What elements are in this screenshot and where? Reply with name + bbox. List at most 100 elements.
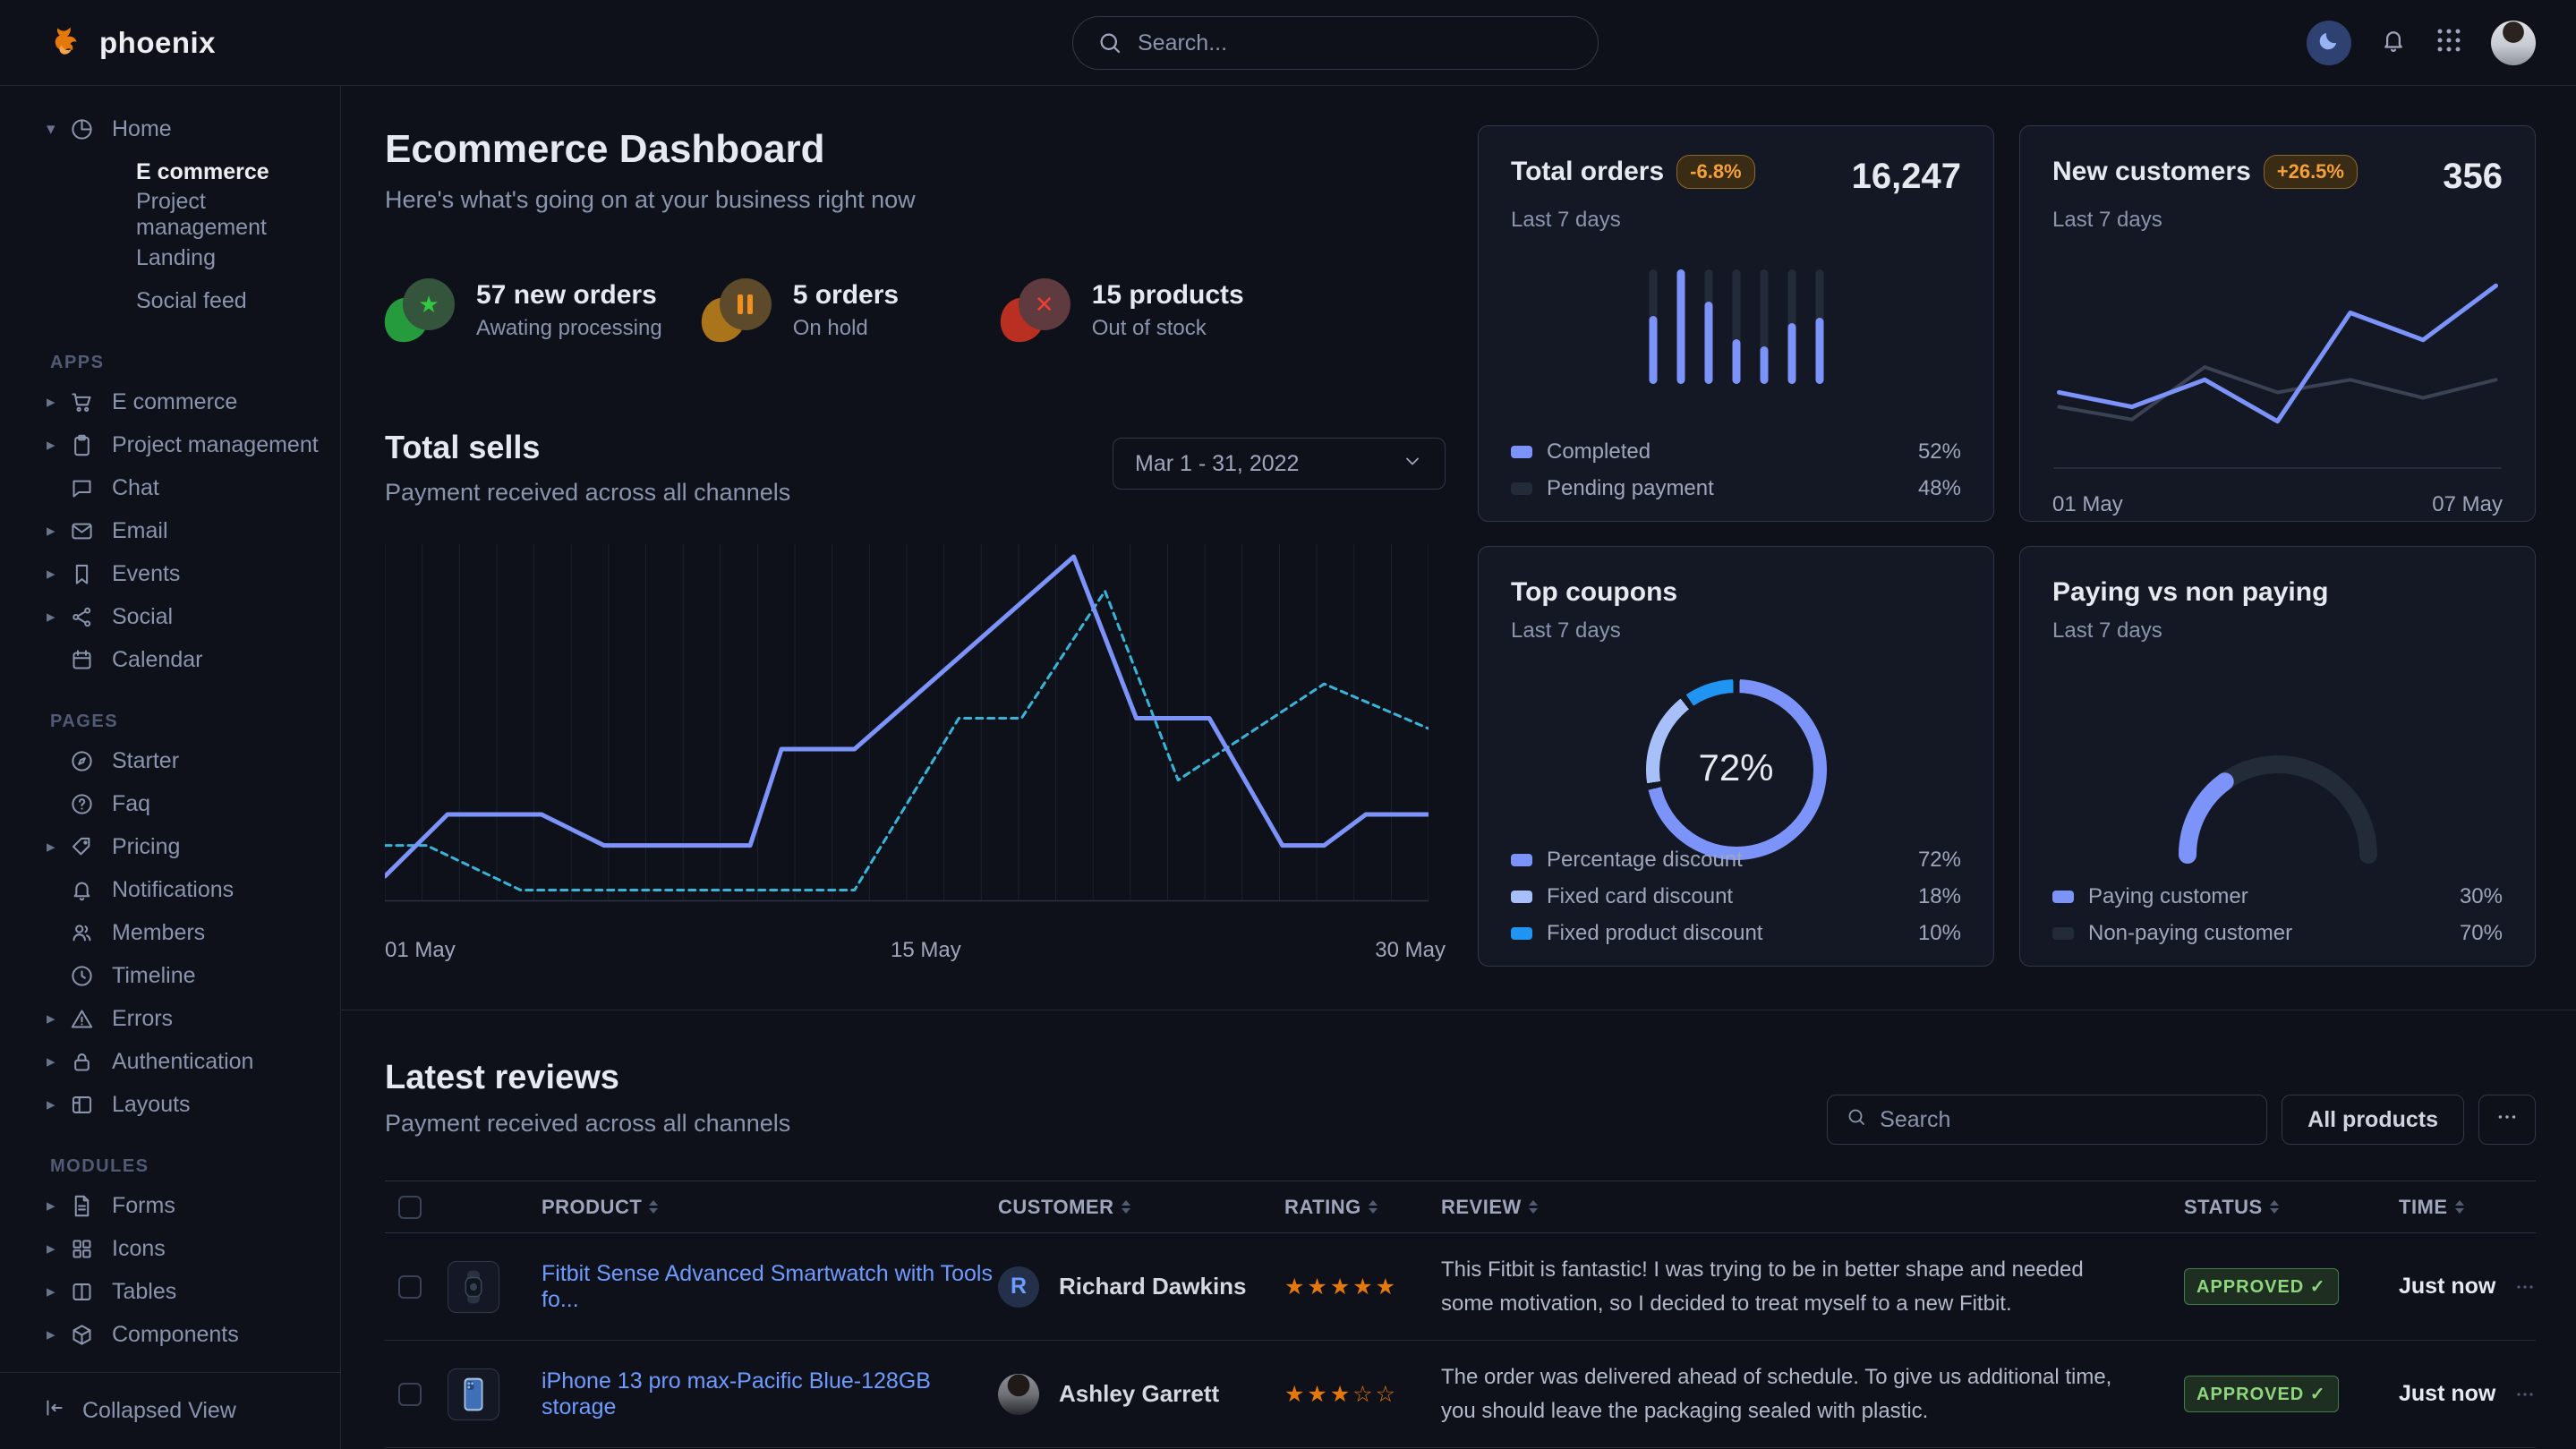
sidebar-item-starter[interactable]: Starter (0, 739, 340, 782)
sidebar-item-calendar[interactable]: Calendar (0, 638, 340, 681)
select-all-checkbox[interactable] (398, 1196, 422, 1219)
sidebar-item-pricing[interactable]: ▸ Pricing (0, 825, 340, 868)
caret-right-icon: ▸ (47, 1052, 70, 1072)
column-header[interactable]: STATUS (2184, 1196, 2263, 1219)
product-thumbnail[interactable] (448, 1261, 499, 1313)
legend-label: Fixed card discount (1547, 884, 1733, 909)
sidebar-item-icons[interactable]: ▸ Icons (0, 1227, 340, 1270)
sort-icon[interactable] (2270, 1200, 2279, 1214)
customer-avatar (998, 1374, 1039, 1415)
card-value: 356 (2443, 157, 2503, 197)
reviews-search-placeholder: Search (1880, 1107, 1950, 1133)
sort-icon[interactable] (1122, 1200, 1130, 1214)
sidebar-item-e-commerce[interactable]: ▸ E commerce (0, 380, 340, 423)
sidebar-item-label: Chat (112, 475, 159, 501)
sidebar-item-social[interactable]: ▸ Social (0, 595, 340, 638)
sidebar-item-e-commerce[interactable]: E commerce (0, 150, 340, 193)
columns-icon (70, 1280, 94, 1304)
brand[interactable]: phoenix (49, 25, 216, 61)
column-header[interactable]: REVIEW (1441, 1196, 1522, 1219)
column-header[interactable]: TIME (2399, 1196, 2448, 1219)
caret-right-icon: ▸ (47, 837, 70, 857)
column-header[interactable]: PRODUCT (542, 1196, 642, 1219)
collapse-view-button[interactable]: Collapsed View (0, 1372, 340, 1449)
brand-name: phoenix (99, 26, 216, 60)
product-link[interactable]: iPhone 13 pro max-Pacific Blue-128GB sto… (542, 1368, 931, 1419)
notifications-button[interactable] (2380, 27, 2407, 58)
product-link[interactable]: Fitbit Sense Advanced Smartwatch with To… (542, 1261, 993, 1312)
date-range-select[interactable]: Mar 1 - 31, 2022 (1113, 438, 1446, 490)
total-sells-axis: 01 May 15 May 30 May (385, 938, 1446, 965)
sidebar-item-project-management[interactable]: ▸ Project management (0, 423, 340, 466)
sidebar-item-notifications[interactable]: Notifications (0, 868, 340, 911)
column-header[interactable]: RATING (1284, 1196, 1361, 1219)
sort-icon[interactable] (1369, 1200, 1378, 1214)
calendar-icon (70, 648, 94, 672)
axis-tick: 07 May (2432, 492, 2503, 517)
sidebar-item-timeline[interactable]: Timeline (0, 954, 340, 997)
caret-right-icon: ▸ (47, 1325, 70, 1345)
global-search-input[interactable]: Search... (1072, 16, 1599, 70)
sidebar-item-components[interactable]: ▸ Components (0, 1313, 340, 1356)
paying-gauge-chart (2153, 724, 2403, 867)
reviews-search-input[interactable]: Search (1827, 1095, 2267, 1145)
sidebar-item-label: Pricing (112, 834, 180, 860)
sidebar-item-authentication[interactable]: ▸ Authentication (0, 1040, 340, 1083)
search-icon (1096, 30, 1123, 56)
sidebar-item-email[interactable]: ▸ Email (0, 509, 340, 552)
column-header[interactable]: CUSTOMER (998, 1196, 1114, 1219)
table-row: Fitbit Sense Advanced Smartwatch with To… (385, 1233, 2536, 1341)
sidebar-item-home[interactable]: ▾ Home (0, 107, 340, 150)
caret-right-icon: ▸ (47, 521, 70, 541)
table-row: iPhone 13 pro max-Pacific Blue-128GB sto… (385, 1341, 2536, 1448)
row-checkbox[interactable] (398, 1275, 422, 1299)
sidebar-item-faq[interactable]: Faq (0, 782, 340, 825)
sidebar-item-events[interactable]: ▸ Events (0, 552, 340, 595)
sidebar-item-label: Faq (112, 791, 150, 817)
new-customers-chart: 01 May 07 May (2052, 251, 2503, 517)
sidebar-item-project-management[interactable]: Project management (0, 193, 340, 236)
row-menu-button[interactable] (2514, 1384, 2536, 1405)
date-range-value: Mar 1 - 31, 2022 (1135, 451, 1299, 477)
sort-icon[interactable] (649, 1200, 658, 1214)
search-placeholder: Search... (1138, 30, 1227, 56)
sidebar-item-label: Icons (112, 1236, 166, 1262)
section-label: PAGES (0, 712, 340, 732)
rating-stars: ★★★★★ (1284, 1274, 1398, 1300)
axis-tick: 30 May (1375, 938, 1446, 963)
sidebar-item-label: Home (112, 116, 172, 142)
product-thumbnail[interactable] (448, 1368, 499, 1420)
bookmark-icon (70, 562, 94, 586)
review-time: Just now (2399, 1381, 2495, 1407)
donut-center-label: 72% (1698, 746, 1773, 789)
legend-value: 72% (1918, 848, 1961, 873)
apps-grid-button[interactable] (2435, 27, 2462, 58)
theme-toggle-button[interactable] (2307, 21, 2351, 65)
stat-value: 15 products (1092, 280, 1244, 311)
user-avatar[interactable] (2491, 21, 2536, 65)
sort-icon[interactable] (1529, 1200, 1538, 1214)
sidebar-item-errors[interactable]: ▸ Errors (0, 997, 340, 1040)
row-checkbox[interactable] (398, 1383, 422, 1406)
caret-right-icon: ▸ (47, 1282, 70, 1302)
stat-sub: Out of stock (1092, 316, 1244, 341)
sidebar-item-forms[interactable]: ▸ Forms (0, 1184, 340, 1227)
legend-swatch (2052, 891, 2074, 903)
cart-icon (70, 390, 94, 414)
reviews-menu-button[interactable] (2478, 1095, 2536, 1145)
legend-swatch (1511, 854, 1532, 866)
sidebar-item-social-feed[interactable]: Social feed (0, 279, 340, 322)
sidebar-item-landing[interactable]: Landing (0, 236, 340, 279)
sidebar-item-chat[interactable]: Chat (0, 466, 340, 509)
legend-swatch (2052, 927, 2074, 940)
top-coupons-card: Top coupons Last 7 days 72% Percentage d… (1478, 546, 1994, 967)
all-products-button[interactable]: All products (2282, 1095, 2464, 1145)
card-value: 16,247 (1852, 157, 1961, 197)
legend-value: 48% (1918, 476, 1961, 501)
sidebar-item-layouts[interactable]: ▸ Layouts (0, 1083, 340, 1126)
row-menu-button[interactable] (2514, 1276, 2536, 1298)
legend-value: 52% (1918, 439, 1961, 465)
sidebar-item-tables[interactable]: ▸ Tables (0, 1270, 340, 1313)
sort-icon[interactable] (2455, 1200, 2464, 1214)
sidebar-item-members[interactable]: Members (0, 911, 340, 954)
